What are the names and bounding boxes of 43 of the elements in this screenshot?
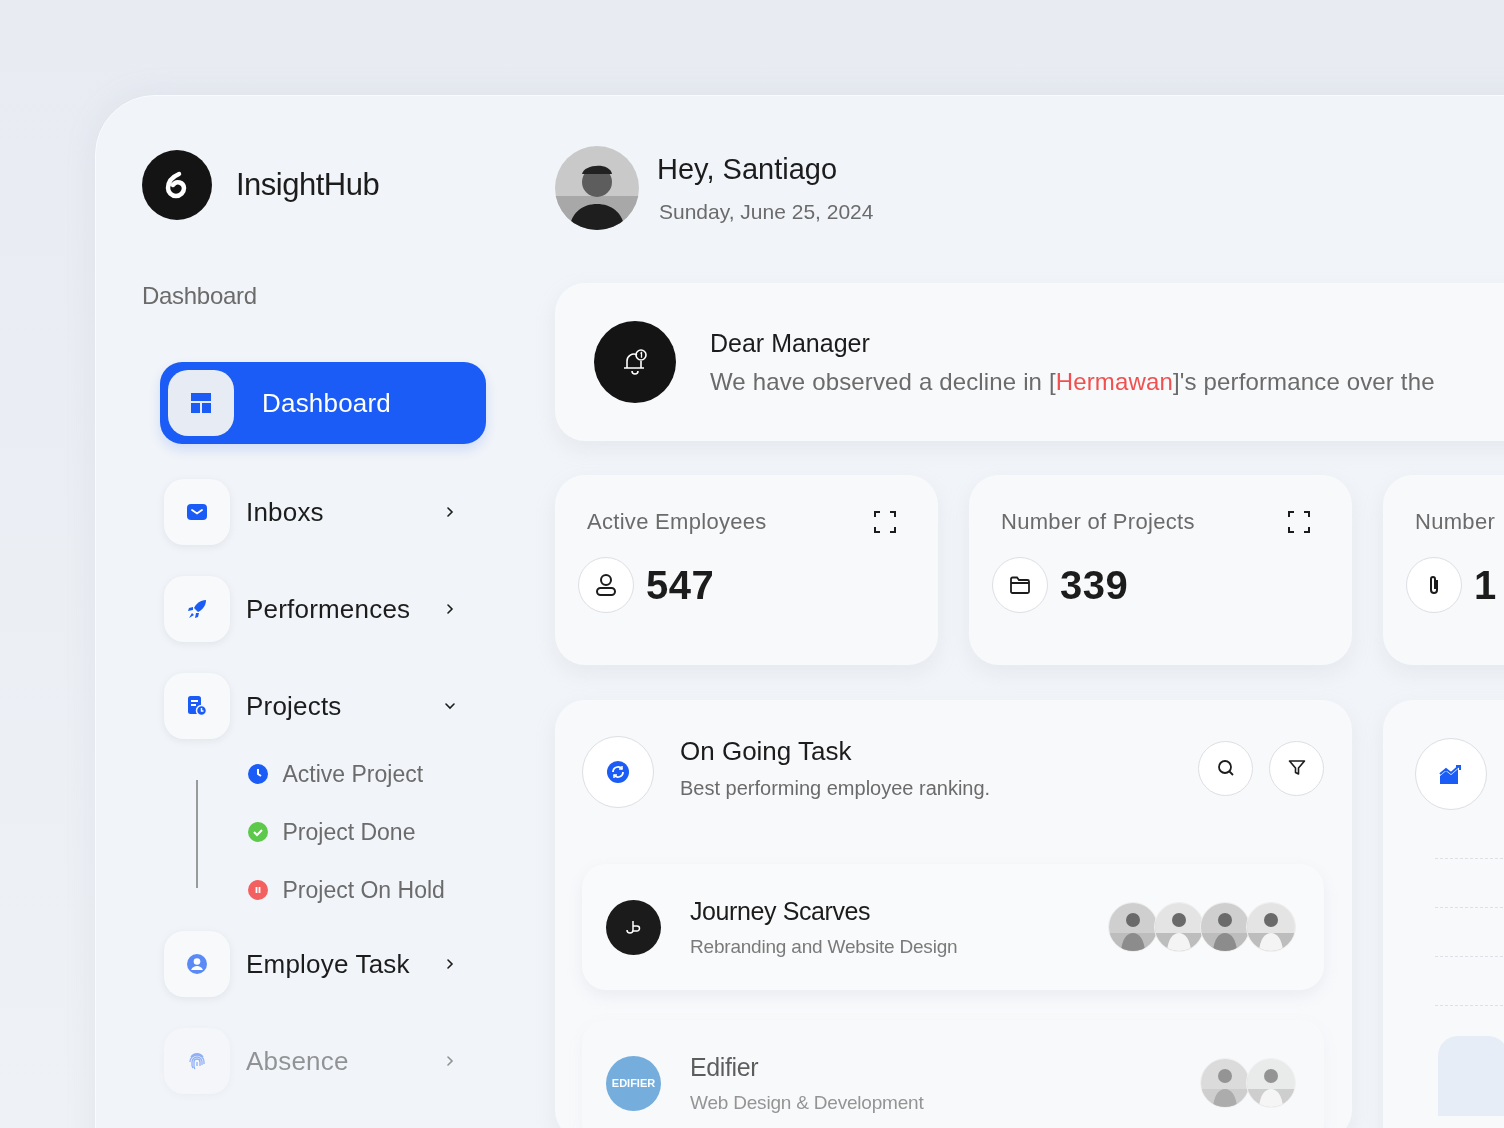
nav-item[interactable]: Projects — [164, 673, 472, 739]
search-icon — [1216, 759, 1235, 777]
task-row[interactable]: EDIFIER Edifier Web Design & Development — [582, 1020, 1324, 1128]
paperclip-icon — [1427, 574, 1441, 596]
nav-item[interactable]: Inboxs — [164, 479, 472, 545]
panel-subtitle: Best performing employee ranking. — [680, 777, 992, 800]
notification-message: We have observed a decline in [Hermawan]'s performance over the — [710, 367, 1435, 396]
brand-name: InsightHub — [236, 167, 380, 203]
panel-title: On Going Task — [680, 736, 853, 767]
stat-label: Number — [1415, 509, 1496, 535]
person-icon — [187, 954, 207, 974]
user-icon — [595, 573, 617, 597]
stat-label: Active Employees — [587, 509, 767, 535]
nav-item[interactable]: Performences — [164, 576, 472, 642]
fingerprint-icon — [187, 1051, 207, 1071]
date-text: Sunday, June 25, 2024 — [659, 199, 874, 224]
task-description: Rebranding and Website Design — [690, 935, 959, 958]
expand-icon[interactable] — [874, 511, 896, 533]
notification-title: Dear Manager — [710, 328, 871, 358]
task-name: Journey Scarves — [690, 896, 872, 926]
document-clock-icon — [187, 696, 207, 716]
mail-icon — [187, 504, 207, 520]
task-row[interactable]: Journey Scarves Rebranding and Website Design — [582, 864, 1324, 990]
stat-value: 339 — [1060, 562, 1129, 608]
nav-item[interactable]: Dashboard — [160, 362, 486, 444]
sub-nav-item[interactable]: Active Project — [247, 760, 445, 788]
sub-nav-item[interactable]: Project On Hold — [247, 876, 445, 904]
stat-value: 547 — [646, 562, 715, 608]
company-logo: EDIFIER — [606, 1055, 661, 1111]
nav-item[interactable]: Employe Task — [164, 931, 472, 997]
greeting: Hey, Santiago — [657, 152, 839, 186]
company-logo-icon — [606, 899, 661, 955]
section-title: Dashboard — [142, 282, 258, 310]
layout-icon — [191, 393, 211, 413]
expand-icon[interactable] — [1288, 511, 1310, 533]
stat-value: 1 — [1474, 562, 1497, 608]
filter-icon — [1287, 759, 1306, 777]
task-name: Edifier — [690, 1052, 760, 1082]
stat-label: Number of Projects — [1001, 509, 1195, 535]
task-description: Web Design & Development — [690, 1091, 925, 1114]
rocket-icon — [187, 599, 207, 619]
sub-nav-item[interactable]: Project Done — [247, 818, 445, 846]
folder-icon — [1009, 576, 1031, 594]
